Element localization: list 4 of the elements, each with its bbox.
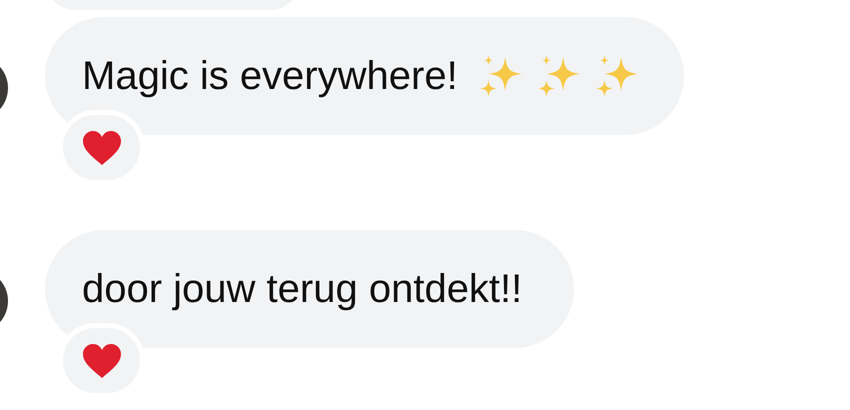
message-text: Magic is everywhere! — [82, 54, 458, 98]
heart-icon — [82, 342, 122, 378]
heart-icon — [82, 130, 122, 166]
message-text: door jouw terug ontdekt!! — [82, 266, 522, 312]
